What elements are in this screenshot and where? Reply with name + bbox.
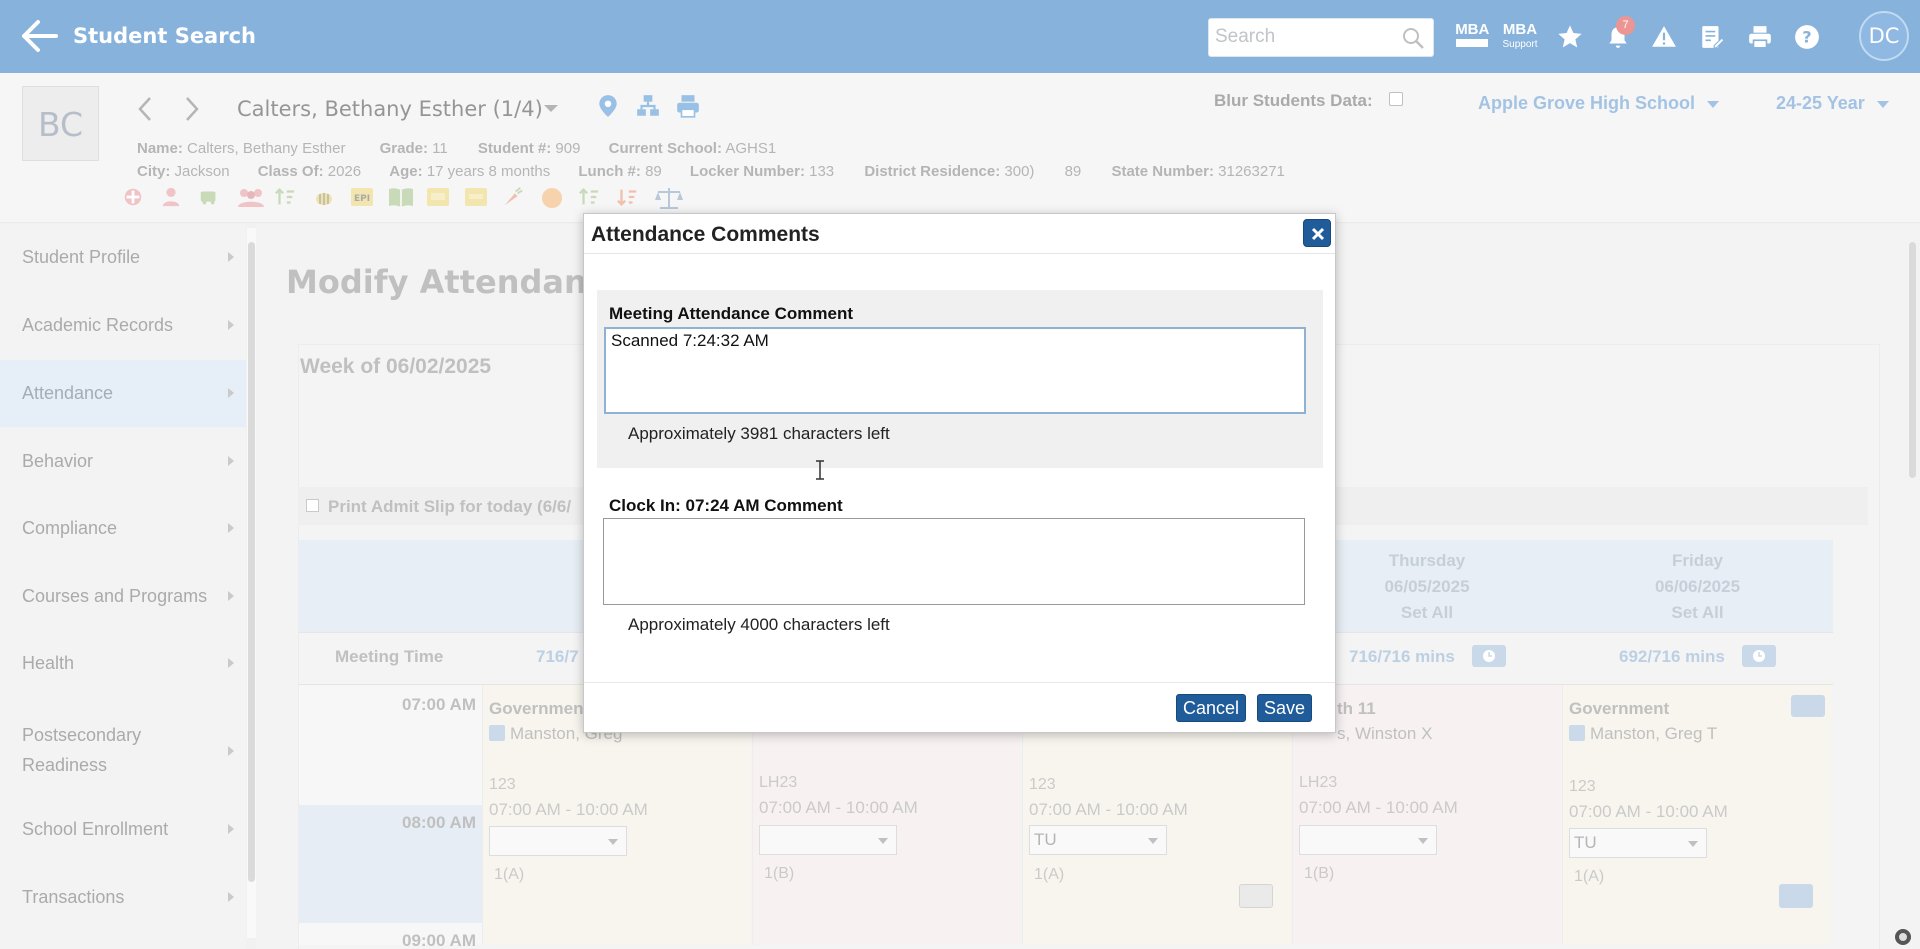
meeting-comment-label: Meeting Attendance Comment — [609, 304, 854, 323]
clock-in-comment-textarea[interactable] — [603, 518, 1305, 605]
save-button[interactable]: Save — [1257, 694, 1313, 722]
clock-in-comment-label: Clock In: 07:24 AM Comment — [609, 496, 843, 515]
text-cursor-icon — [814, 460, 826, 480]
dialog-title: Attendance Comments — [591, 223, 820, 246]
cancel-button[interactable]: Cancel — [1176, 694, 1247, 722]
screen-recorder-icon — [1893, 927, 1913, 947]
clock-in-comment-chars-left: Approximately 4000 characters left — [628, 615, 890, 634]
meeting-comment-section: Meeting Attendance Comment Scanned 7:24:… — [597, 290, 1323, 480]
close-icon[interactable] — [1303, 219, 1331, 247]
dialog-header: Attendance Comments — [584, 214, 1335, 254]
dialog-footer: Cancel Save — [584, 682, 1335, 732]
meeting-comment-chars-left: Approximately 3981 characters left — [628, 424, 890, 443]
attendance-comments-dialog: Attendance Comments Meeting Attendance C… — [583, 213, 1336, 733]
meeting-comment-textarea[interactable]: Scanned 7:24:32 AM — [604, 327, 1306, 414]
